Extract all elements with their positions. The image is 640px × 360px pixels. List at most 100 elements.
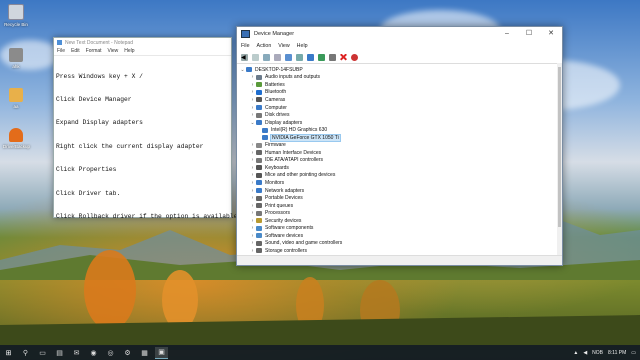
tree-category[interactable]: › Security devices (237, 217, 562, 225)
chevron-right-icon[interactable]: › (250, 188, 255, 194)
desktop-icon-driverbackup[interactable]: DriverBackup (3, 128, 30, 149)
menu-help[interactable]: Help (124, 48, 134, 54)
chevron-right-icon[interactable]: › (250, 172, 255, 178)
chevron-right-icon[interactable]: › (250, 240, 255, 246)
chevron-down-icon[interactable]: ⌄ (240, 67, 245, 73)
notepad-titlebar[interactable]: New Text Document - Notepad (54, 38, 231, 47)
device-category-icon (256, 82, 262, 88)
tree-category[interactable]: › Mice and other pointing devices (237, 172, 562, 180)
volume-icon[interactable]: ◀ (583, 350, 587, 356)
notification-icon[interactable]: ▭ (631, 350, 636, 356)
chevron-right-icon[interactable]: › (250, 112, 255, 118)
scan-hardware-icon[interactable] (351, 53, 358, 61)
tree-category[interactable]: › Audio inputs and outputs (237, 74, 562, 82)
chevron-right-icon[interactable]: › (250, 142, 255, 148)
notepad-menubar: File Edit Format View Help (54, 47, 231, 56)
notepad-text-area[interactable]: Press Windows key + X / Click Device Man… (54, 56, 237, 237)
chevron-right-icon[interactable]: › (250, 82, 255, 88)
search-icon[interactable]: ⚲ (19, 347, 32, 358)
chevron-right-icon[interactable]: › (250, 97, 255, 103)
help-icon[interactable] (285, 53, 292, 61)
vertical-scrollbar[interactable] (557, 63, 562, 265)
task-view-icon[interactable]: ▭ (36, 347, 49, 358)
tree-category[interactable]: › Sound, video and game controllers (237, 240, 562, 248)
chevron-right-icon[interactable]: › (250, 180, 255, 186)
chevron-right-icon[interactable]: › (250, 165, 255, 171)
desktop-icon-recycle-bin[interactable]: Recycle Bin (3, 4, 29, 27)
tree-device[interactable]: Intel(R) HD Graphics 630 (237, 126, 562, 134)
uninstall-device-icon[interactable] (340, 53, 347, 61)
chevron-right-icon[interactable]: › (250, 157, 255, 163)
clock[interactable]: 8:11 PM (608, 350, 626, 356)
update-driver-icon[interactable] (318, 53, 325, 61)
chevron-right-icon[interactable]: › (250, 74, 255, 80)
notepad-icon (57, 40, 62, 45)
media-icon[interactable]: ◎ (104, 347, 117, 358)
menu-view[interactable]: View (278, 43, 289, 49)
tree-category[interactable]: › Software components (237, 224, 562, 232)
forward-icon[interactable] (252, 53, 259, 61)
chevron-right-icon[interactable]: › (250, 195, 255, 201)
tree-category-label: Network adapters (265, 187, 305, 194)
tree-category[interactable]: › Human Interface Devices (237, 149, 562, 157)
chrome-icon[interactable]: ◉ (87, 347, 100, 358)
menu-view[interactable]: View (108, 48, 119, 54)
start-icon[interactable]: ⊞ (2, 347, 15, 358)
tree-category[interactable]: › Bluetooth (237, 89, 562, 97)
disable-device-icon[interactable] (329, 53, 336, 61)
chevron-right-icon[interactable]: › (250, 225, 255, 231)
tree-category-label: Mice and other pointing devices (265, 172, 336, 179)
view-icon[interactable] (296, 53, 303, 61)
chevron-right-icon[interactable]: › (250, 105, 255, 111)
tree-category[interactable]: › Firmware (237, 141, 562, 149)
menu-action[interactable]: Action (257, 43, 272, 49)
tree-root[interactable]: ⌄ DESKTOP-14FSUBP (237, 66, 562, 74)
tree-category[interactable]: › Network adapters (237, 187, 562, 195)
chevron-right-icon[interactable]: › (250, 233, 255, 239)
tree-category[interactable]: ⌄ Display adapters (237, 119, 562, 127)
chevron-right-icon[interactable]: › (250, 248, 255, 254)
tree-category[interactable]: › Batteries (237, 81, 562, 89)
device-manager-icon[interactable]: ▣ (155, 346, 168, 359)
tree-category[interactable]: › Keyboards (237, 164, 562, 172)
chevron-down-icon[interactable]: ⌄ (250, 120, 255, 126)
store-icon[interactable]: ▦ (138, 347, 151, 358)
chevron-right-icon[interactable]: › (250, 210, 255, 216)
show-hide-icon[interactable] (263, 53, 270, 61)
scrollbar-thumb[interactable] (558, 67, 561, 227)
tree-category[interactable]: › Computer (237, 104, 562, 112)
menu-format[interactable]: Format (86, 48, 102, 54)
tree-category[interactable]: › IDE ATA/ATAPI controllers (237, 157, 562, 165)
tree-category[interactable]: › Software devices (237, 232, 562, 240)
language-indicator[interactable]: NOB (592, 350, 603, 356)
chevron-right-icon[interactable]: › (250, 203, 255, 209)
chevron-right-icon[interactable]: › (250, 150, 255, 156)
explorer-icon[interactable]: ▤ (53, 347, 66, 358)
properties-icon[interactable] (274, 53, 281, 61)
device-manager-titlebar[interactable]: Device Manager – ☐ ✕ (237, 27, 562, 41)
tree-category[interactable]: › Storage controllers (237, 247, 562, 255)
desktop-icon-ahk[interactable]: ahk (3, 48, 29, 69)
menu-file[interactable]: File (241, 43, 250, 49)
chevron-right-icon[interactable]: › (250, 89, 255, 95)
minimize-button[interactable]: – (496, 27, 518, 41)
desktop-icon-aa[interactable]: aa (3, 88, 29, 109)
close-button[interactable]: ✕ (540, 27, 562, 41)
tree-category[interactable]: › Processors (237, 209, 562, 217)
tree-category[interactable]: › Disk drives (237, 111, 562, 119)
network-icon[interactable]: ▲ (573, 350, 578, 356)
monitor-icon[interactable] (307, 53, 314, 61)
mail-icon[interactable]: ✉ (70, 347, 83, 358)
tree-category[interactable]: › Monitors (237, 179, 562, 187)
tree-category[interactable]: › Portable Devices (237, 194, 562, 202)
menu-edit[interactable]: Edit (71, 48, 80, 54)
back-icon[interactable]: ◀ (241, 53, 248, 61)
menu-file[interactable]: File (57, 48, 65, 54)
menu-help[interactable]: Help (297, 43, 308, 49)
maximize-button[interactable]: ☐ (518, 27, 540, 41)
tree-device[interactable]: NVIDIA GeForce GTX 1050 Ti (237, 133, 562, 142)
settings-icon[interactable]: ⚙ (121, 347, 134, 358)
chevron-right-icon[interactable]: › (250, 218, 255, 224)
tree-category[interactable]: › Print queues (237, 202, 562, 210)
tree-category[interactable]: › Cameras (237, 96, 562, 104)
